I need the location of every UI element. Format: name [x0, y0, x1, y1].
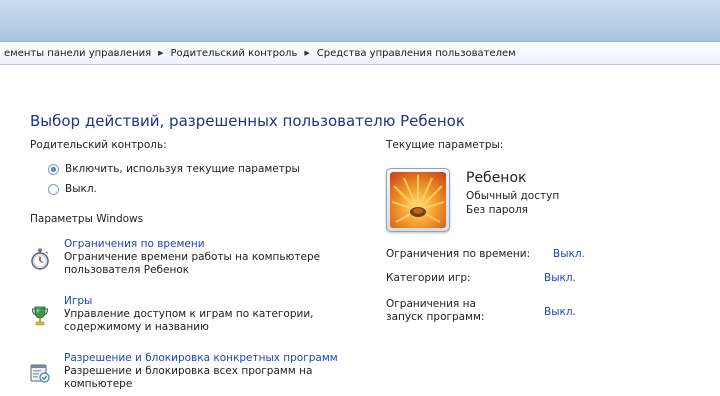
setting-time-limits-label: Ограничения по времени:: [386, 248, 531, 260]
time-limits-description: Ограничение времени работы на компьютере…: [64, 251, 321, 276]
breadcrumb-item-control-panel[interactable]: ементы панели управления: [4, 48, 151, 59]
current-settings-label: Текущие параметры:: [386, 139, 504, 151]
setting-program-limits-label: Ограничения на запуск программ:: [386, 298, 485, 323]
stopwatch-icon: [30, 248, 50, 270]
time-limits-link[interactable]: Ограничения по времени: [64, 238, 205, 250]
programs-description: Разрешение и блокировка всех программ на…: [64, 365, 313, 390]
programs-link[interactable]: Разрешение и блокировка конкретных прогр…: [64, 352, 338, 364]
breadcrumb[interactable]: ементы панели управления ▶ Родительский …: [0, 42, 720, 65]
radio-off-option[interactable]: Выкл.: [48, 183, 97, 195]
breadcrumb-arrow-icon[interactable]: ▶: [304, 49, 309, 57]
user-name: Ребенок: [466, 170, 527, 186]
flower-avatar-icon: [390, 172, 446, 228]
breadcrumb-item-parental-control[interactable]: Родительский контроль: [171, 48, 298, 59]
radio-enable-option[interactable]: Включить, используя текущие параметры: [48, 163, 300, 175]
games-description: Управление доступом к играм по категории…: [64, 308, 314, 333]
main-content: Выбор действий, разрешенных пользователю…: [0, 66, 720, 396]
breadcrumb-item-user-controls[interactable]: Средства управления пользователем: [317, 48, 516, 59]
program-block-icon: [30, 362, 50, 384]
setting-program-limits-value[interactable]: Выкл.: [544, 306, 576, 318]
setting-time-limits-value[interactable]: Выкл.: [553, 248, 585, 260]
password-status: Без пароля: [466, 204, 529, 216]
radio-off-label[interactable]: Выкл.: [65, 183, 97, 195]
avatar: [386, 168, 450, 232]
account-type: Обычный доступ: [466, 190, 560, 202]
radio-enable-label[interactable]: Включить, используя текущие параметры: [65, 163, 300, 175]
setting-game-categories-label: Категории игр:: [386, 272, 471, 284]
setting-game-categories-value[interactable]: Выкл.: [544, 272, 576, 284]
page-title: Выбор действий, разрешенных пользователю…: [30, 112, 465, 130]
windows-settings-label: Параметры Windows: [30, 213, 144, 225]
radio-enable[interactable]: [48, 163, 59, 175]
radio-off[interactable]: [48, 183, 59, 195]
trophy-icon: [30, 305, 50, 327]
breadcrumb-arrow-icon[interactable]: ▶: [158, 49, 163, 57]
games-link[interactable]: Игры: [64, 295, 92, 307]
parental-control-label: Родительский контроль:: [30, 139, 167, 151]
window-titlebar: [0, 0, 720, 42]
